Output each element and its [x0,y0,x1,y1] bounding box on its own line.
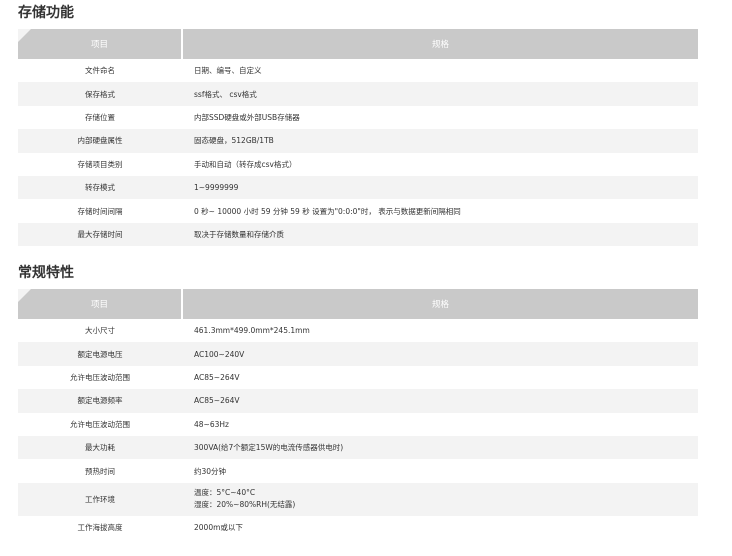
table-row: 存储项目类别 手动和自动（转存成csv格式） [18,153,698,176]
row-item-label: 保存格式 [18,82,182,106]
table-row: 额定电源频率 AC85~264V [18,389,698,413]
row-spec-value: 约30分钟 [182,459,698,482]
row-spec-value: 内部SSD硬盘或外部USB存储器 [182,106,698,129]
row-spec-value: 0 秒~ 10000 小时 59 分钟 59 秒 设置为"0:0:0"时， 表示… [182,199,698,222]
row-spec-value: 固态硬盘，512GB/1TB [182,129,698,153]
spec-line: 2000m或以下 [194,522,243,532]
spec-line: 温度：5°C~40°C [194,488,256,498]
header-item-label: 项目 [90,300,108,310]
row-spec-value: ssf格式、 csv格式 [182,82,698,106]
row-spec-value: AC100~240V [182,342,698,366]
row-item-label: 存储时间间隔 [77,206,123,216]
row-item-label: 允许电压波动范围 [70,372,130,382]
row-item-label: 最大存储时间 [18,222,182,247]
row-item-label: 存储项目类别 [77,159,123,169]
row-spec-value: 取决于存储数量和存储介质 [182,222,698,247]
spec-line: 湿度：20%~80%RH(无结露) [194,500,296,510]
spec-line: 1~9999999 [194,183,239,193]
spec-line: 0 秒~ 10000 小时 59 分钟 59 秒 设置为"0:0:0"时， 表示… [194,206,461,216]
header-spec: 规格 [182,29,698,59]
general-spec-table: 项目 规格 大小尺寸 461.3mm*499.0mm*245.1mm 额定电源电压 A… [18,289,698,539]
row-item-label: 文件命名 [85,66,115,76]
table-row: 最大存储时间 取决于存储数量和存储介质 [18,222,698,247]
header-item-label: 项目 [90,40,108,50]
table-row: 文件命名 日期、编号、自定义 [18,59,698,82]
spec-line: 461.3mm*499.0mm*245.1mm [194,326,310,336]
table-row: 转存模式 1~9999999 [18,175,698,200]
table-row: 允许电压波动范围 AC85~264V [18,366,698,389]
row-item-label: 存储位置 [85,112,115,122]
spec-line: 取决于存储数量和存储介质 [194,229,284,239]
row-item-label: 大小尺寸 [85,326,115,336]
row-spec-value: 温度：5°C~40°C 湿度：20%~80%RH(无结露) [182,482,698,516]
row-item-label: 额定电源电压 [18,342,182,366]
storage-spec-table: 项目 规格 文件命名 日期、编号、自定义 保存格式 ssf格式、 csv格式 存储位置内… [18,29,698,247]
table-row: 预热时间 约30分钟 [18,459,698,482]
section-title-storage: 存储功能 [18,5,74,21]
spec-line: 内部SSD硬盘或外部USB存储器 [194,112,300,122]
row-spec-value: AC85~264V [182,366,698,389]
table-header-row: 项目 规格 [18,289,698,319]
general-table-body: 大小尺寸 461.3mm*499.0mm*245.1mm 额定电源电压 AC100~2… [18,319,698,539]
spec-line: 手动和自动（转存成csv格式） [194,159,297,169]
table-row: 最大功耗 300VA(给7个额定15W的电流传感器供电时) [18,435,698,460]
table-row: 内部硬盘属性 固态硬盘，512GB/1TB [18,129,698,153]
corner-fold-decoration [18,29,31,42]
row-item-label: 内部硬盘属性 [18,129,182,153]
row-spec-value: 461.3mm*499.0mm*245.1mm [182,319,698,342]
header-item: 项目 [18,29,183,59]
corner-fold-decoration [18,289,31,302]
spec-line: 48~63Hz [194,419,229,429]
header-item: 项目 [18,289,183,319]
row-item-label: 转存模式 [18,175,182,200]
table-row: 大小尺寸 461.3mm*499.0mm*245.1mm [18,319,698,342]
row-spec-value: 2000m或以下 [182,516,698,539]
row-item-label: 工作海拔高度 [77,522,123,532]
row-spec-value: 300VA(给7个额定15W的电流传感器供电时) [182,435,698,460]
table-row: 额定电源电压 AC100~240V [18,342,698,366]
spec-line: AC85~264V [194,372,240,382]
section-title-general: 常规特性 [18,265,74,281]
spec-line: 日期、编号、自定义 [194,66,262,76]
row-item-label: 额定电源频率 [18,389,182,413]
row-spec-value: 日期、编号、自定义 [182,59,698,82]
spec-line: AC85~264V [194,396,240,406]
row-item-label: 预热时间 [85,466,115,476]
table-row: 允许电压波动范围 48~63Hz [18,413,698,436]
table-row: 工作海拔高度 2000m或以下 [18,516,698,539]
row-spec-value: 手动和自动（转存成csv格式） [182,153,698,176]
row-spec-value: 48~63Hz [182,413,698,436]
header-spec: 规格 [182,289,698,319]
spec-line: 约30分钟 [194,466,227,476]
table-row: 存储时间间隔 0 秒~ 10000 小时 59 分钟 59 秒 设置为"0:0:0… [18,199,698,222]
table-row: 存储位置 内部SSD硬盘或外部USB存储器 [18,106,698,129]
spec-line: ssf格式、 csv格式 [194,89,257,99]
row-spec-value: 1~9999999 [182,175,698,200]
spec-line: 300VA(给7个额定15W的电流传感器供电时) [194,443,344,453]
storage-table-body: 文件命名 日期、编号、自定义保存格式 ssf格式、 csv格式存储位置 内部SSD硬盘… [18,59,698,247]
spec-line: AC100~240V [194,349,245,359]
spec-line: 固态硬盘，512GB/1TB [194,136,274,146]
row-spec-value: AC85~264V [182,389,698,413]
table-row: 保存格式 ssf格式、 csv格式 [18,82,698,106]
table-header-row: 项目 规格 [18,29,698,59]
row-item-label: 允许电压波动范围 [70,419,130,429]
row-item-label: 最大功耗 [18,435,182,460]
row-item-label: 工作环境 [18,482,182,516]
table-row: 工作环境 温度：5°C~40°C 湿度：20%~80%RH(无结露) [18,482,698,516]
